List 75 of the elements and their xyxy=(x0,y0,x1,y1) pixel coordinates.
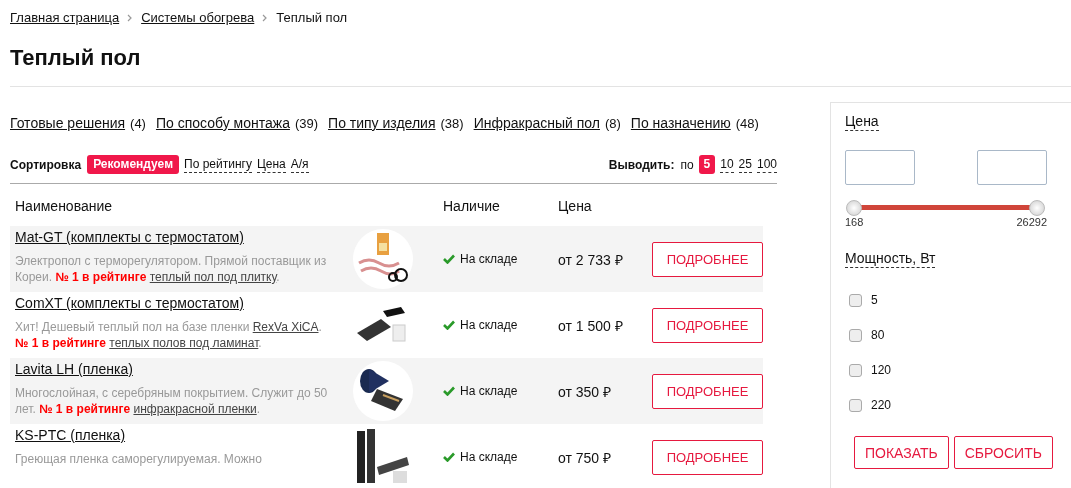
product-description: Хит! Дешевый теплый пол на базе пленки RexVa XiCA. № 1 в рейтинге теплых полов под ламинат. xyxy=(15,319,323,351)
filter-title: Мощность, Вт xyxy=(845,250,936,268)
breadcrumb-current: Теплый пол xyxy=(276,10,348,25)
category-count: (48) xyxy=(735,116,759,131)
sort-option[interactable]: По рейтингу xyxy=(184,156,252,173)
filter-button[interactable]: СБРОСИТЬ xyxy=(953,436,1053,469)
category-link[interactable]: Готовые решения xyxy=(10,115,126,131)
slider-handle[interactable] xyxy=(1029,200,1045,216)
details-button[interactable]: ПОДРОБНЕЕ xyxy=(652,373,763,409)
category-count: (38) xyxy=(440,116,464,131)
category-link[interactable]: По назначению xyxy=(630,115,731,131)
breadcrumb-link[interactable]: Системы обогрева xyxy=(141,10,255,25)
stock-status: На складе xyxy=(443,383,518,398)
product-description: Греющая пленка саморегулируемая. Можно xyxy=(15,451,263,467)
stock-status: На складе xyxy=(443,449,518,464)
price-slider[interactable] xyxy=(846,200,1045,216)
column-header: Наименование xyxy=(14,198,114,214)
price: от 1 500 ₽ xyxy=(558,317,623,334)
checkbox[interactable] xyxy=(849,293,862,307)
product-description: Многослойная, с серебряным покрытием. Служит до 50 лет. № 1 в рейтинге инфракрасной пленки. xyxy=(15,385,329,417)
product-description: Электропол с терморегулятором. Прямой поставщик из Кореи. № 1 в рейтинге теплый пол под плитку. xyxy=(15,253,328,285)
sort-option[interactable]: Рекомендуем xyxy=(87,155,179,174)
description-link[interactable]: инфракрасной пленки xyxy=(133,402,257,416)
checkbox-label: 120 xyxy=(871,363,892,377)
product-link[interactable]: KS-PTC (пленка) xyxy=(15,427,126,443)
check-icon xyxy=(443,385,455,396)
check-icon xyxy=(443,253,455,264)
per-page-label: Выводить: xyxy=(608,157,675,172)
column-header: Наличие xyxy=(443,198,501,214)
stock-status: На складе xyxy=(443,251,518,266)
chevron-icon xyxy=(262,13,269,22)
per-page-option[interactable]: 5 xyxy=(698,155,716,174)
per-page-option[interactable]: 100 xyxy=(756,156,777,173)
category-count: (4) xyxy=(130,116,146,131)
product-link[interactable]: Mat-GT (комплекты с термостатом) xyxy=(15,229,244,245)
checkbox-label: 80 xyxy=(871,328,885,342)
check-icon xyxy=(443,451,455,462)
price-to-field[interactable] xyxy=(977,150,1047,185)
details-button[interactable]: ПОДРОБНЕЕ xyxy=(652,241,763,277)
price: от 350 ₽ xyxy=(558,383,612,400)
category-link[interactable]: По способу монтажа xyxy=(155,115,290,131)
per-page-option[interactable]: 10 xyxy=(720,156,734,173)
price: от 2 733 ₽ xyxy=(558,251,623,268)
price: от 750 ₽ xyxy=(558,449,612,466)
slider-handle[interactable] xyxy=(846,200,862,216)
breadcrumb-link[interactable]: Главная страница xyxy=(10,10,120,25)
chevron-icon xyxy=(127,13,134,22)
price-min: 168 xyxy=(845,216,864,228)
sort-label: Сортировка xyxy=(10,157,82,172)
category-count: (8) xyxy=(604,116,621,131)
checkbox[interactable] xyxy=(849,328,862,342)
category-link[interactable]: По типу изделия xyxy=(328,115,436,131)
checkbox-label: 5 xyxy=(871,293,878,307)
filter-button[interactable]: ПОКАЗАТЬ xyxy=(854,436,949,469)
sort-option[interactable]: Цена xyxy=(256,156,286,173)
category-link[interactable]: Инфракрасный пол xyxy=(473,115,600,131)
per-page-option[interactable]: 25 xyxy=(738,156,752,173)
filter-title: Цена xyxy=(845,113,879,131)
description-link[interactable]: RexVa XiCA xyxy=(252,320,319,334)
price-from-field[interactable] xyxy=(845,150,915,185)
product-link[interactable]: ComXT (комплекты с термостатом) xyxy=(15,295,244,311)
stock-status: На складе xyxy=(443,317,518,332)
column-header: Цена xyxy=(558,198,593,214)
details-button[interactable]: ПОДРОБНЕЕ xyxy=(652,307,763,343)
page-title: Теплый пол xyxy=(10,44,142,72)
product-link[interactable]: Lavita LH (пленка) xyxy=(15,361,133,377)
sort-option[interactable]: А/я xyxy=(290,156,309,173)
details-button[interactable]: ПОДРОБНЕЕ xyxy=(652,439,763,475)
checkbox[interactable] xyxy=(849,363,862,377)
checkbox-label: 220 xyxy=(871,398,892,412)
price-max: 26292 xyxy=(1016,216,1047,228)
checkbox[interactable] xyxy=(849,398,862,412)
per-page-prefix: по xyxy=(680,157,694,172)
category-count: (39) xyxy=(294,116,319,131)
check-icon xyxy=(443,319,455,330)
